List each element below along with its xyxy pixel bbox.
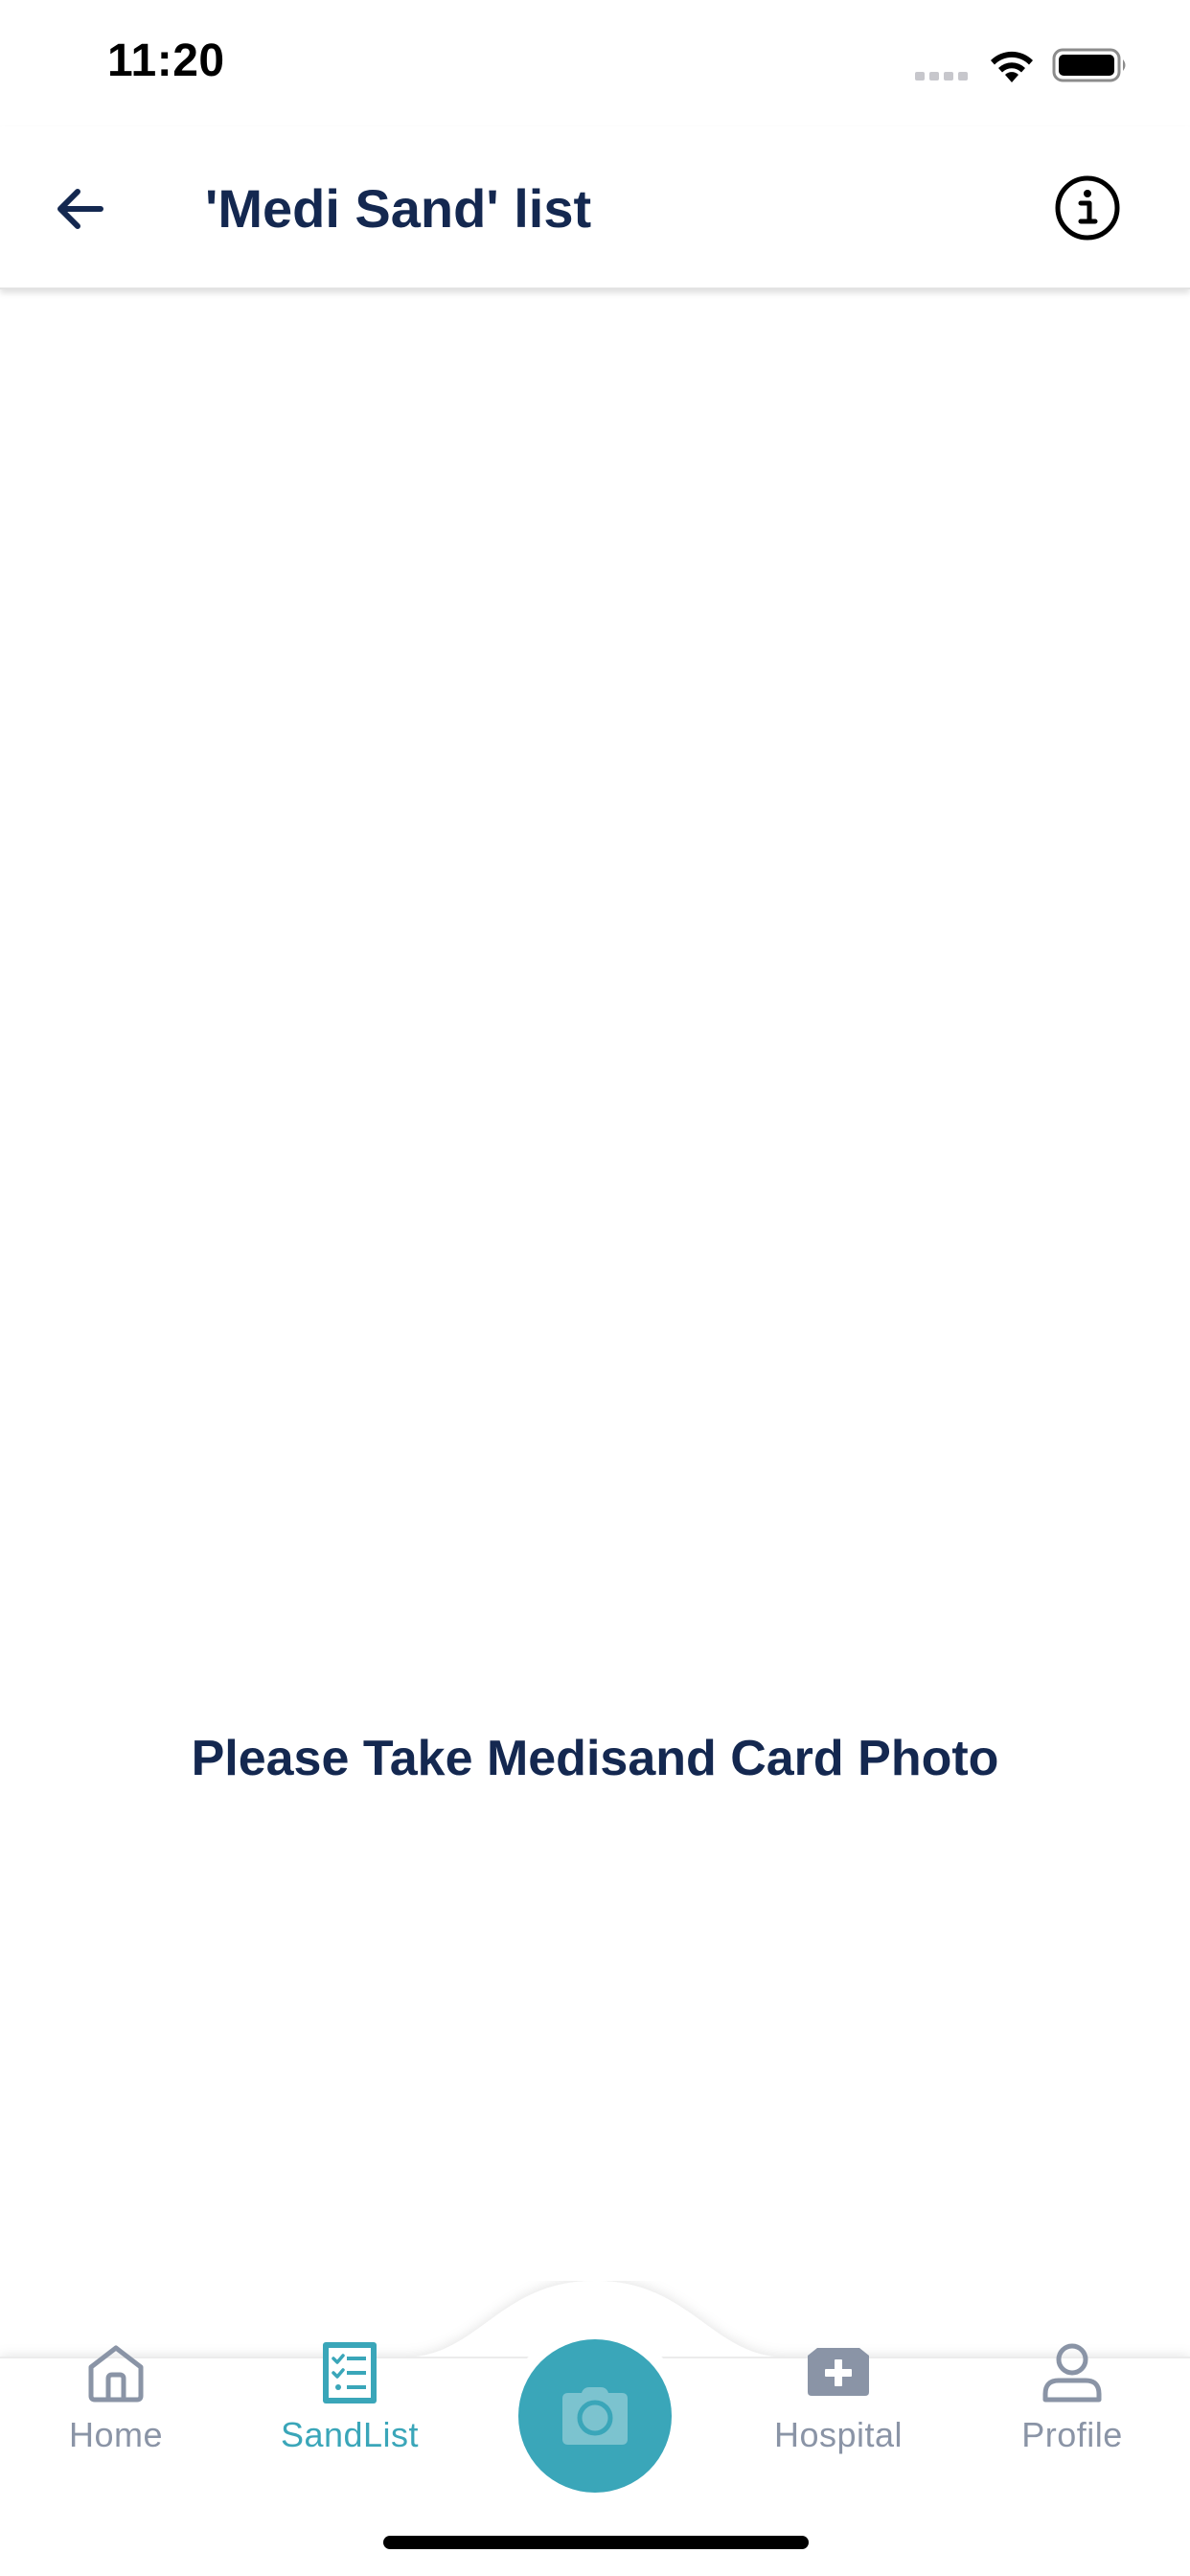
screen: 11:20 'Medi Sand' list Please Take Medis… [0,0,1190,2576]
status-time: 11:20 [107,35,225,86]
hospital-icon [808,2348,869,2396]
app-bar: 'Medi Sand' list [0,126,1190,289]
info-button[interactable] [1044,165,1131,251]
camera-icon [562,2387,628,2445]
home-icon [88,2345,144,2403]
info-circle-icon [1055,175,1120,241]
wifi-icon [991,51,1033,82]
main-content: Please Take Medisand Card Photo [0,288,1190,2281]
bottom-navigation: Home SandList Hospital Profile [0,2281,1190,2576]
empty-state-message: Please Take Medisand Card Photo [191,1731,999,1786]
camera-button-circle [518,2339,672,2493]
nav-label-home: Home [68,2415,164,2454]
status-bar: 11:20 [0,0,1190,126]
home-indicator [383,2536,809,2549]
nav-label-sandlist: SandList [280,2415,420,2454]
nav-item-hospital[interactable]: Hospital [743,2338,934,2482]
nav-item-profile[interactable]: Profile [976,2338,1168,2482]
checklist-icon [323,2342,377,2404]
profile-icon [1042,2343,1102,2403]
camera-button[interactable] [506,2327,684,2505]
arrow-left-icon [57,189,103,229]
back-button[interactable] [38,171,121,247]
nav-item-home[interactable]: Home [20,2338,212,2482]
cellular-signal-icon [915,72,968,80]
nav-label-profile: Profile [1021,2415,1123,2454]
nav-item-sandlist[interactable]: SandList [254,2338,446,2482]
nav-label-hospital: Hospital [773,2415,904,2454]
page-title: 'Medi Sand' list [205,178,592,239]
battery-icon [1052,48,1126,82]
